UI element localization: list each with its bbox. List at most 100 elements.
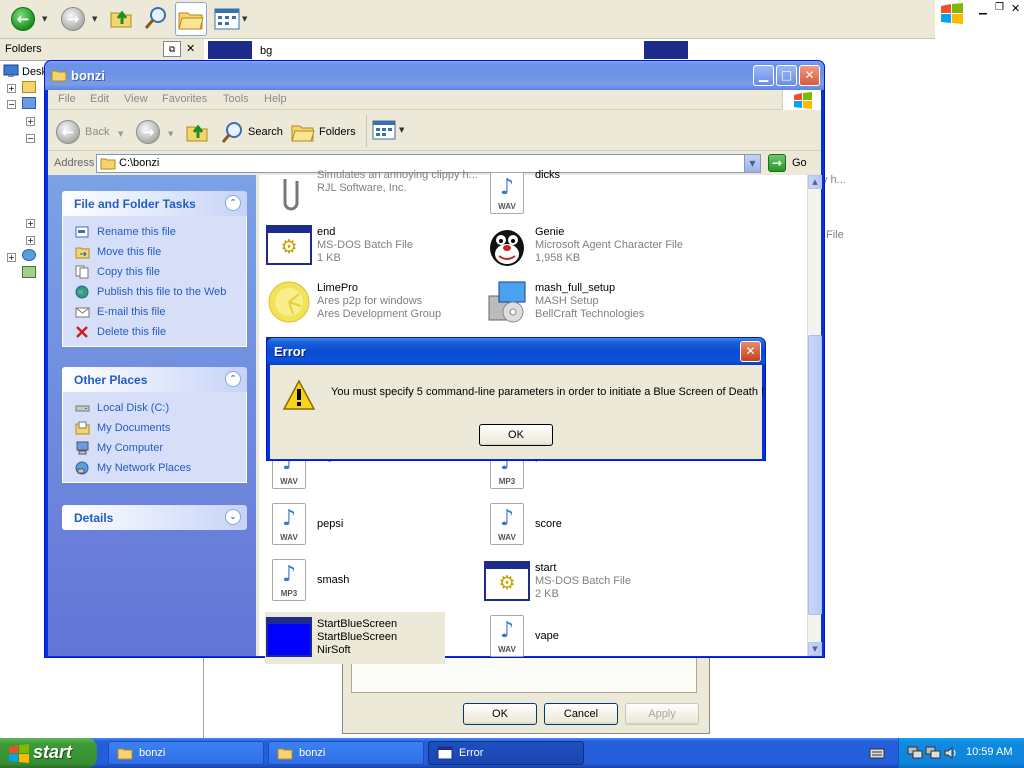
background-folders-button[interactable] <box>175 2 207 36</box>
scroll-up-button[interactable]: ▲ <box>808 175 822 189</box>
explorer-title: bonzi <box>71 68 105 83</box>
file-item[interactable]: ⚙ start MS-DOS Batch File 2 KB <box>483 556 693 608</box>
network-icon <box>22 249 36 261</box>
address-dropdown-button[interactable]: ▼ <box>744 155 760 172</box>
menu-favorites[interactable]: Favorites <box>162 93 207 105</box>
properties-ok-button[interactable]: OK <box>463 703 537 725</box>
volume-icon[interactable] <box>943 746 959 760</box>
file-item-selected[interactable]: StartBlueScreen StartBlueScreen NirSoft <box>265 612 445 664</box>
folders-pane-label: Folders <box>5 43 42 55</box>
vertical-scrollbar[interactable]: ▲ ▼ <box>807 175 822 656</box>
taskbar-button-error[interactable]: Error <box>428 741 584 765</box>
file-item[interactable]: Genie Microsoft Agent Character File 1,9… <box>483 220 693 272</box>
error-ok-button[interactable]: OK <box>479 424 553 446</box>
warning-icon <box>282 379 316 410</box>
tree-collapse-icon[interactable]: − <box>26 134 35 143</box>
background-back-button[interactable]: ← <box>8 4 38 34</box>
forward-arrow-icon: → <box>61 7 85 31</box>
place-label: My Network Places <box>97 462 192 474</box>
background-up-button[interactable] <box>108 4 138 34</box>
tree-expand-icon[interactable]: + <box>26 117 35 126</box>
file-name: pepsi <box>317 518 344 530</box>
place-label: Local Disk (C:) <box>97 402 170 414</box>
close-button[interactable]: ✕ <box>799 65 820 86</box>
tree-expand-icon[interactable]: + <box>26 236 35 245</box>
menu-view[interactable]: View <box>124 93 148 105</box>
tree-expand-icon[interactable]: + <box>7 253 16 262</box>
scroll-thumb[interactable] <box>808 335 822 615</box>
file-item[interactable]: Simulates an annoying clippy h... RJL So… <box>265 169 478 221</box>
folder-icon <box>117 748 133 760</box>
background-close-icon[interactable]: ✕ <box>1011 2 1020 15</box>
task-email-file[interactable]: E-mail this file <box>63 302 246 322</box>
background-forward-button[interactable]: → <box>58 4 88 34</box>
menu-edit[interactable]: Edit <box>90 93 109 105</box>
maximize-button[interactable]: □ <box>776 65 797 86</box>
file-item[interactable]: ♪ MP3 smash <box>265 556 475 608</box>
file-item[interactable]: ♪ WAV dicks <box>483 169 693 221</box>
forward-button[interactable]: → <box>134 118 164 146</box>
network-tray-icon[interactable] <box>907 746 923 760</box>
windows-logo-area <box>782 90 821 110</box>
menu-help[interactable]: Help <box>264 93 287 105</box>
keyboard-icon[interactable] <box>869 747 885 760</box>
task-delete-file[interactable]: Delete this file <box>63 322 246 342</box>
explorer-titlebar[interactable]: bonzi ▁ □ ✕ <box>45 61 824 90</box>
system-tray: 10:59 AM <box>898 738 1024 768</box>
properties-apply-button: Apply <box>625 703 699 725</box>
back-button[interactable]: ← Back <box>54 118 120 146</box>
folders-button[interactable]: Folders <box>290 118 360 146</box>
taskbar-button-bonzi[interactable]: bonzi <box>108 741 264 765</box>
pin-icon[interactable]: ⧉ <box>163 41 181 57</box>
views-button[interactable]: ▼ <box>372 120 408 144</box>
tree-expand-icon[interactable]: + <box>7 84 16 93</box>
place-local-disk[interactable]: Local Disk (C:) <box>63 398 246 418</box>
place-my-computer[interactable]: My Computer <box>63 438 246 458</box>
file-item[interactable]: ♪ WAV pepsi <box>265 500 475 552</box>
start-button[interactable]: start <box>0 738 97 768</box>
file-type: Microsoft Agent Character File <box>535 239 683 251</box>
background-restore-icon[interactable]: ❐ <box>995 2 1004 13</box>
file-folder-tasks-header[interactable]: File and Folder Tasks ⌃ <box>62 191 247 216</box>
properties-cancel-button[interactable]: Cancel <box>544 703 618 725</box>
background-minimize-icon[interactable]: ▁ <box>979 4 987 15</box>
task-move-file[interactable]: Move this file <box>63 242 246 262</box>
collapse-chevron-icon[interactable]: ⌃ <box>225 371 241 387</box>
task-rename-file[interactable]: Rename this file <box>63 222 246 242</box>
minimize-button[interactable]: ▁ <box>753 65 774 86</box>
task-copy-file[interactable]: Copy this file <box>63 262 246 282</box>
collapse-chevron-icon[interactable]: ⌃ <box>225 195 241 211</box>
error-close-button[interactable]: ✕ <box>740 341 761 362</box>
details-header[interactable]: Details ⌄ <box>62 505 247 530</box>
expand-chevron-icon[interactable]: ⌄ <box>225 509 241 525</box>
place-my-documents[interactable]: My Documents <box>63 418 246 438</box>
file-item[interactable]: LimePro Ares p2p for windows Ares Develo… <box>265 276 475 328</box>
file-item[interactable]: ⚙ end MS-DOS Batch File 1 KB <box>265 220 475 272</box>
search-button[interactable]: Search <box>220 118 288 146</box>
folders-close-icon[interactable]: ✕ <box>186 42 195 55</box>
other-places-header[interactable]: Other Places ⌃ <box>62 367 247 392</box>
chevron-down-icon: ▼ <box>92 15 98 23</box>
taskbar-button-bonzi-2[interactable]: bonzi <box>268 741 424 765</box>
menu-tools[interactable]: Tools <box>223 93 249 105</box>
file-item[interactable]: ♪ WAV score <box>483 500 693 552</box>
error-titlebar[interactable]: Error ✕ <box>267 338 765 365</box>
task-label: Move this file <box>97 246 162 258</box>
background-views-button[interactable] <box>214 4 244 34</box>
tree-expand-icon[interactable]: + <box>26 219 35 228</box>
details-panel: Details ⌄ <box>62 505 247 530</box>
tree-collapse-icon[interactable]: − <box>7 100 16 109</box>
clock[interactable]: 10:59 AM <box>966 746 1012 758</box>
place-my-network[interactable]: My Network Places <box>63 458 246 478</box>
go-button[interactable]: → Go <box>766 153 818 173</box>
file-publisher: RJL Software, Inc. <box>317 182 407 194</box>
task-publish-web[interactable]: Publish this file to the Web <box>63 282 246 302</box>
background-search-button[interactable] <box>143 4 173 34</box>
background-file-desc: y h... <box>822 174 846 186</box>
network-tray-icon[interactable] <box>925 746 941 760</box>
file-item[interactable]: mash_full_setup MASH Setup BellCraft Tec… <box>483 276 693 328</box>
scroll-down-button[interactable]: ▼ <box>808 642 822 656</box>
up-button[interactable] <box>184 118 212 146</box>
file-item[interactable]: ♪ WAV vape <box>483 612 693 664</box>
menu-file[interactable]: File <box>58 93 76 105</box>
